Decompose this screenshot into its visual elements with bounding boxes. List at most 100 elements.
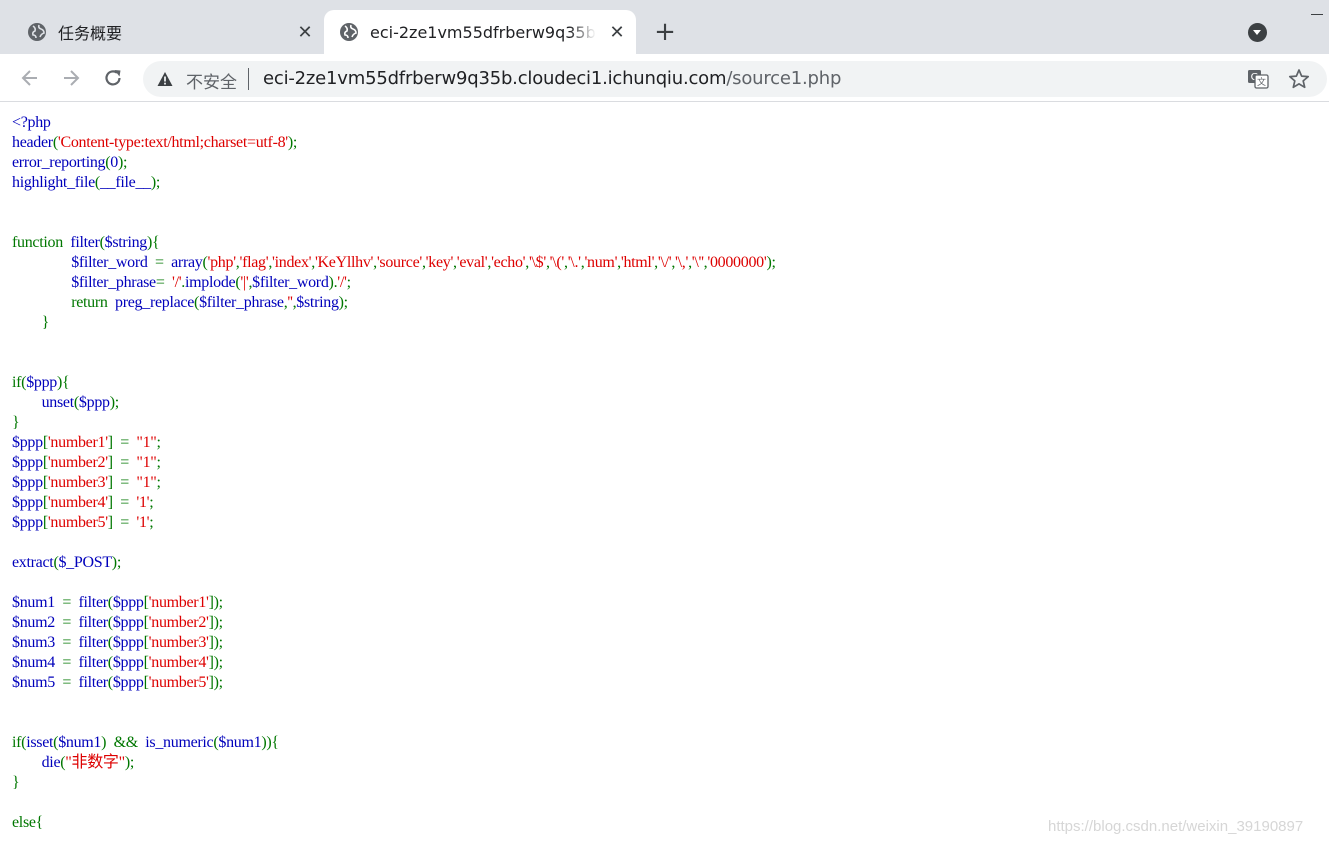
- code-token: $ppp: [78, 394, 110, 411]
- new-tab-button[interactable]: +: [652, 19, 678, 46]
- url-text[interactable]: eci-2ze1vm55dfrberw9q35b.cloudeci1.ichun…: [263, 68, 841, 89]
- code-token: extract: [12, 554, 54, 571]
- code-token: $num5: [12, 674, 63, 691]
- svg-text:文: 文: [1257, 76, 1266, 88]
- code-token: $filter_word: [252, 274, 329, 291]
- code-line: return preg_replace($filter_phrase,'',$s…: [12, 293, 1322, 313]
- star-icon[interactable]: [1288, 68, 1310, 90]
- code-token: '\,': [675, 254, 689, 271]
- code-token: )): [261, 734, 272, 751]
- globe-icon: [28, 23, 46, 41]
- close-icon[interactable]: ✕: [606, 21, 628, 43]
- code-token: 'eval': [456, 254, 488, 271]
- code-token: );: [111, 554, 121, 571]
- code-line: $ppp['number4'] = '1';: [12, 493, 1322, 513]
- arrow-right-icon: [64, 70, 80, 86]
- watermark: https://blog.csdn.net/weixin_39190897: [1048, 818, 1304, 835]
- code-token: "1": [136, 434, 157, 451]
- code-token: =: [62, 614, 79, 631]
- url-divider: [248, 68, 249, 90]
- code-token: ]);: [208, 614, 224, 631]
- code-line: unset($ppp);: [12, 393, 1322, 413]
- code-line: error_reporting(0);: [12, 153, 1322, 173]
- code-token: filter: [78, 634, 108, 651]
- code-token: $ppp: [12, 494, 43, 511]
- code-token: ;: [156, 474, 161, 491]
- address-bar[interactable]: 不安全 eci-2ze1vm55dfrberw9q35b.cloudeci1.i…: [143, 61, 1327, 97]
- code-token: ] =: [107, 494, 137, 511]
- code-token: 'number5': [148, 674, 209, 691]
- code-token: else{: [12, 814, 44, 831]
- code-token: __file__: [99, 174, 151, 191]
- code-token: '0000000': [707, 254, 767, 271]
- code-token: filter: [70, 234, 100, 251]
- code-token: $filter_phrase: [71, 274, 156, 291]
- code-token: 'number5': [47, 514, 108, 531]
- code-token: is_numeric: [145, 734, 214, 751]
- code-token: filter: [78, 654, 108, 671]
- security-status[interactable]: 不安全: [186, 68, 237, 93]
- code-token: ;: [346, 274, 351, 291]
- code-token: );: [109, 394, 119, 411]
- code-token: 'number2': [148, 614, 209, 631]
- code-token: }: [12, 314, 50, 331]
- code-token: highlight_file: [12, 174, 95, 191]
- page-content: <?php header('Content-type:text/html;char…: [12, 113, 1322, 846]
- warning-triangle-icon[interactable]: [157, 71, 173, 87]
- code-line: if($ppp){: [12, 373, 1322, 393]
- code-token: $num1: [58, 734, 102, 751]
- code-token: );: [124, 754, 135, 771]
- code-token: 'KeYllhv': [314, 254, 374, 271]
- code-token: '1': [136, 514, 150, 531]
- code-token: return: [12, 294, 116, 311]
- browser-toolbar: 不安全 eci-2ze1vm55dfrberw9q35b.cloudeci1.i…: [0, 54, 1329, 102]
- tab-title: 任务概要: [58, 24, 123, 43]
- code-line: $num1 = filter($ppp['number1']);: [12, 593, 1322, 613]
- code-token: error_reporting: [12, 154, 106, 171]
- code-token: 'flag': [239, 254, 269, 271]
- code-token: "非数字": [65, 754, 125, 771]
- code-token: 0: [110, 154, 118, 171]
- reload-button[interactable]: [100, 65, 126, 91]
- arrow-left-icon: [21, 70, 37, 86]
- code-token: ]);: [208, 654, 224, 671]
- globe-icon: [340, 23, 358, 41]
- code-line: <?php: [12, 113, 1322, 133]
- code-token: ]);: [208, 634, 224, 651]
- code-token: 'number2': [47, 454, 108, 471]
- forward-button[interactable]: [58, 65, 84, 91]
- code-token: $ppp: [12, 454, 43, 471]
- code-token: $string: [296, 294, 339, 311]
- code-token: );: [766, 254, 776, 271]
- back-button[interactable]: [17, 65, 43, 91]
- code-token: '/': [171, 274, 182, 291]
- tab-task-overview[interactable]: 任务概要 ✕: [12, 10, 324, 54]
- close-icon[interactable]: ✕: [294, 21, 316, 43]
- code-token: $ppp: [112, 594, 144, 611]
- url-path: /source1.php: [726, 68, 842, 89]
- php-source-code: <?php header('Content-type:text/html;char…: [12, 113, 1322, 833]
- translate-icon[interactable]: G 文: [1247, 69, 1269, 89]
- code-token: filter: [78, 594, 108, 611]
- chevron-down-circle-icon[interactable]: [1248, 23, 1267, 42]
- tab-source1-php[interactable]: eci-2ze1vm55dfrberw9q35b.cloudeci1.ichun…: [324, 10, 636, 54]
- code-token: $ppp: [26, 374, 58, 391]
- minimize-icon[interactable]: [1311, 14, 1323, 15]
- code-line: header('Content-type:text/html;charset=u…: [12, 133, 1322, 153]
- code-token: ;: [156, 454, 161, 471]
- code-token: ]);: [208, 594, 224, 611]
- code-token: preg_replace: [115, 294, 195, 311]
- code-token: $ppp: [112, 614, 144, 631]
- code-token: );: [150, 174, 161, 191]
- code-line: $ppp['number2'] = "1";: [12, 453, 1322, 473]
- code-token: array: [171, 254, 203, 271]
- code-token: 'Content-type:text/html;charset=utf-8': [57, 134, 288, 151]
- code-token: ] =: [107, 434, 137, 451]
- code-token: ]);: [208, 674, 224, 691]
- code-token: $num3: [12, 634, 63, 651]
- code-token: $ppp: [12, 474, 43, 491]
